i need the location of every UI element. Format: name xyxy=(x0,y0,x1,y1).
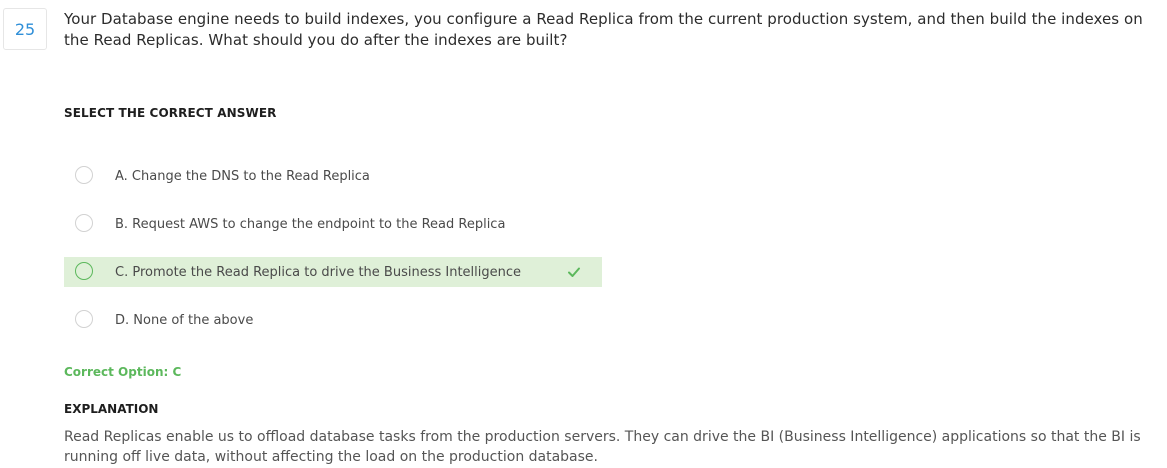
question-text: Your Database engine needs to build inde… xyxy=(64,10,1143,49)
radio-button[interactable] xyxy=(75,262,93,280)
check-icon xyxy=(568,267,580,277)
answer-option-d[interactable]: D. None of the above xyxy=(64,305,602,335)
answer-option-c[interactable]: C. Promote the Read Replica to drive the… xyxy=(64,257,602,287)
correct-option-text: Correct Option: C xyxy=(64,365,182,379)
radio-button[interactable] xyxy=(75,310,93,328)
answer-option-a[interactable]: A. Change the DNS to the Read Replica xyxy=(64,161,602,191)
answer-option-label: A. Change the DNS to the Read Replica xyxy=(115,169,370,184)
select-answer-header: SELECT THE CORRECT ANSWER xyxy=(64,106,277,120)
explanation-header: EXPLANATION xyxy=(64,402,159,416)
answer-option-label: B. Request AWS to change the endpoint to… xyxy=(115,217,506,232)
answer-option-b[interactable]: B. Request AWS to change the endpoint to… xyxy=(64,209,602,239)
radio-button[interactable] xyxy=(75,214,93,232)
question-number: 25 xyxy=(3,8,47,50)
answer-option-label: C. Promote the Read Replica to drive the… xyxy=(115,265,522,280)
radio-button[interactable] xyxy=(75,166,93,184)
answer-option-label: D. None of the above xyxy=(115,313,254,328)
explanation-text: Read Replicas enable us to offload datab… xyxy=(64,429,1141,465)
